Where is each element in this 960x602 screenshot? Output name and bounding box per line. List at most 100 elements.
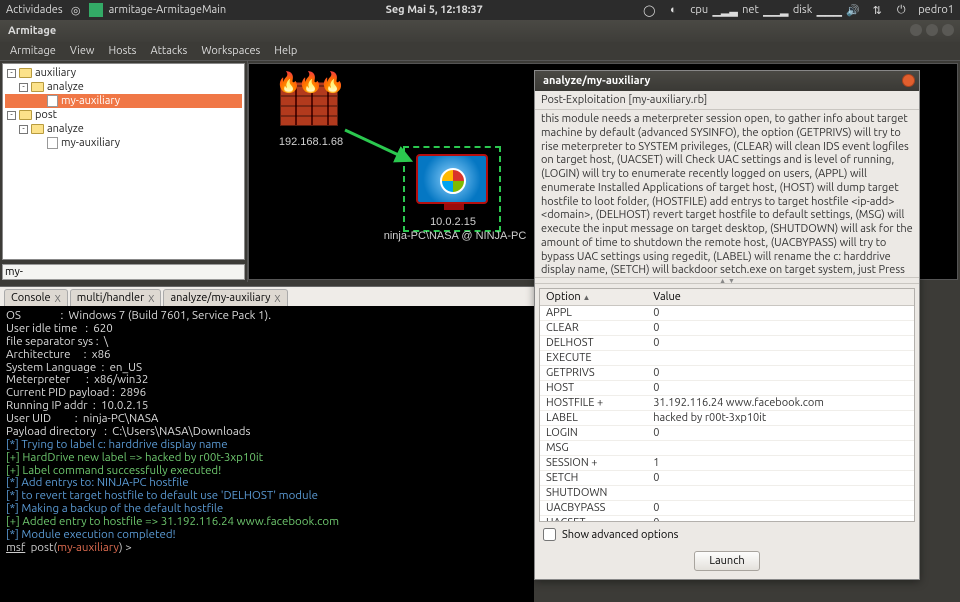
option-value[interactable]: 31.192.116.24 www.facebook.com [647, 396, 914, 411]
module-filter-input[interactable] [2, 264, 245, 280]
option-value[interactable]: 0 [647, 426, 914, 441]
console-prompt[interactable]: msf post(my-auxiliary) > [6, 542, 528, 555]
tree-module[interactable]: my-auxiliary [5, 94, 242, 108]
option-row[interactable]: SETCH0 [540, 471, 914, 486]
option-name: EXECUTE [540, 351, 647, 366]
launch-button[interactable]: Launch [694, 551, 759, 571]
tab[interactable]: analyze/my-auxiliary X [163, 289, 287, 306]
option-value[interactable]: 0 [647, 501, 914, 516]
tree-folder[interactable]: -auxiliary [5, 66, 242, 80]
option-row[interactable]: SHUTDOWN [540, 486, 914, 501]
option-row[interactable]: HOSTFILE +31.192.116.24 www.facebook.com [540, 396, 914, 411]
disk-graph-icon: ▁▁▁ [822, 3, 836, 17]
option-row[interactable]: EXECUTE [540, 351, 914, 366]
option-name: GETPRIVS [540, 366, 647, 381]
option-row[interactable]: GETPRIVS0 [540, 366, 914, 381]
window-close-button[interactable] [942, 24, 954, 36]
option-name: SESSION + [540, 456, 647, 471]
console-output[interactable]: OS : Windows 7 (Build 7601, Service Pack… [0, 306, 534, 602]
clock[interactable]: Seg Mai 5, 12:18:37 [226, 4, 642, 16]
host2-ip-label: 10.0.2.15 [405, 216, 501, 228]
option-row[interactable]: CLEAR0 [540, 321, 914, 336]
option-row[interactable]: UACBYPASS0 [540, 501, 914, 516]
console-line: OS : Windows 7 (Build 7601, Service Pack… [6, 310, 528, 323]
tree-label: analyze [47, 81, 84, 93]
tree-label: analyze [47, 123, 84, 135]
tree-toggle-icon[interactable]: - [19, 83, 28, 92]
module-tree[interactable]: -auxiliary-analyzemy-auxiliary-post-anal… [2, 63, 245, 260]
option-value[interactable] [647, 441, 914, 456]
menu-help[interactable]: Help [268, 44, 303, 58]
option-name: LOGIN [540, 426, 647, 441]
tree-folder[interactable]: - analyze [5, 122, 242, 136]
tree-label: post [35, 109, 57, 121]
console-line: file separator sys : \ [6, 336, 528, 349]
window-maximize-button[interactable] [926, 24, 938, 36]
window-titlebar[interactable]: Armitage [0, 20, 960, 42]
menu-attacks[interactable]: Attacks [144, 44, 193, 58]
indicator-icon[interactable]: ◐ [666, 3, 680, 17]
console-line: Architecture : x86 [6, 349, 528, 362]
tree-module[interactable]: my-auxiliary [5, 136, 242, 150]
menu-view[interactable]: View [64, 44, 101, 58]
armitage-app-icon[interactable] [89, 3, 103, 17]
menu-workspaces[interactable]: Workspaces [195, 44, 266, 58]
option-row[interactable]: LOGIN0 [540, 426, 914, 441]
tab-label: analyze/my-auxiliary [170, 292, 270, 304]
option-name: UACBYPASS [540, 501, 647, 516]
dialog-splitter[interactable]: ▲▼ [535, 278, 919, 284]
tree-toggle-icon[interactable]: - [19, 125, 28, 134]
tree-toggle-icon[interactable]: - [7, 111, 16, 120]
col-option[interactable]: Option [540, 289, 647, 306]
option-row[interactable]: MSG [540, 441, 914, 456]
window-minimize-button[interactable] [910, 24, 922, 36]
tab-close-icon[interactable]: X [55, 293, 61, 304]
dialog-close-button[interactable] [902, 74, 915, 87]
option-name: DELHOST [540, 336, 647, 351]
app-indicator-icon[interactable]: ◎ [69, 3, 83, 17]
dialog-subtitle: Post-Exploitation [my-auxiliary.rb] [535, 91, 919, 110]
option-name: APPL [540, 306, 647, 321]
firewall-host-node[interactable]: 🔥🔥🔥 [269, 72, 349, 130]
show-advanced-checkbox[interactable] [543, 528, 556, 541]
option-row[interactable]: DELHOST0 [540, 336, 914, 351]
option-row[interactable]: HOST0 [540, 381, 914, 396]
network-icon[interactable]: ⇅ [870, 3, 884, 17]
activities-button[interactable]: Actividades [6, 4, 63, 16]
volume-icon[interactable]: 🔊 [846, 3, 860, 17]
option-value[interactable]: 0 [647, 336, 914, 351]
tree-folder[interactable]: - post [5, 108, 242, 122]
tab[interactable]: ConsoleX [4, 289, 68, 306]
option-value[interactable]: 1 [647, 456, 914, 471]
option-value[interactable] [647, 351, 914, 366]
col-value[interactable]: Value [647, 289, 914, 306]
option-value[interactable]: 0 [647, 306, 914, 321]
tab[interactable]: multi/handlerX [70, 289, 162, 306]
a11y-icon[interactable]: ◯ [642, 3, 656, 17]
user-menu[interactable]: pedro1 [918, 4, 954, 16]
power-icon[interactable]: ⏻ [894, 3, 908, 17]
desktop-topbar: Actividades ◎ armitage-ArmitageMain Seg … [0, 0, 960, 20]
option-value[interactable]: 0 [647, 381, 914, 396]
tab-close-icon[interactable]: X [274, 293, 280, 304]
tab-close-icon[interactable]: X [148, 293, 154, 304]
option-row[interactable]: LABELhacked by r00t-3xp10it [540, 411, 914, 426]
option-value[interactable]: 0 [647, 471, 914, 486]
option-name: SETCH [540, 471, 647, 486]
console-line: User idle time : 620 [6, 323, 528, 336]
option-row[interactable]: APPL0 [540, 306, 914, 321]
console-tabs: ConsoleXmulti/handlerXanalyze/my-auxilia… [0, 286, 534, 306]
menu-hosts[interactable]: Hosts [102, 44, 142, 58]
menu-armitage[interactable]: Armitage [4, 44, 62, 58]
cpu-graph-icon: ▁▂▃ [718, 3, 732, 17]
tree-folder[interactable]: - analyze [5, 80, 242, 94]
option-row[interactable]: SESSION +1 [540, 456, 914, 471]
option-value[interactable]: 0 [647, 366, 914, 381]
options-table[interactable]: Option Value APPL0CLEAR0DELHOST0EXECUTEG… [539, 288, 915, 522]
dialog-titlebar[interactable]: analyze/my-auxiliary [535, 71, 919, 91]
option-value[interactable]: 0 [647, 321, 914, 336]
option-value[interactable]: hacked by r00t-3xp10it [647, 411, 914, 426]
tree-toggle-icon[interactable]: - [7, 69, 16, 78]
option-value[interactable] [647, 486, 914, 501]
show-advanced-label: Show advanced options [562, 529, 678, 541]
